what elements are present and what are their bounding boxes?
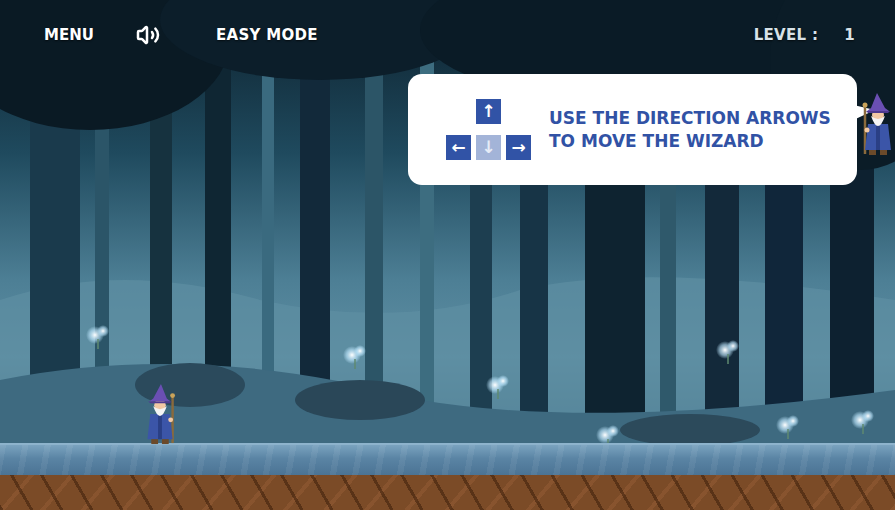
- top-bar: MENU EASY MODE LEVEL : 1: [0, 0, 895, 70]
- level-value: 1: [844, 26, 855, 44]
- arrow-key: ←: [446, 135, 471, 160]
- soil-layer: [0, 475, 895, 510]
- player-wizard-icon: [140, 383, 180, 445]
- arrow-keys: ↑←↓→: [446, 99, 531, 160]
- arrow-key: ↓: [476, 135, 501, 160]
- stone-layer: [0, 443, 895, 475]
- menu-button[interactable]: MENU: [44, 24, 136, 46]
- guide-wizard-icon: [858, 78, 895, 170]
- level-indicator: LEVEL : 1: [754, 26, 855, 44]
- arrow-key: ↑: [476, 99, 501, 124]
- hint-text: USE THE DIRECTION ARROWSTO MOVE THE WIZA…: [549, 107, 831, 153]
- game-stage: MENU EASY MODE LEVEL : 1 ↑←↓→ USE THE DIRECTI…: [0, 0, 895, 510]
- arrow-key: →: [506, 135, 531, 160]
- level-label: LEVEL :: [754, 26, 819, 44]
- ground: [0, 443, 895, 510]
- speaker-icon: [136, 23, 160, 47]
- mode-label[interactable]: EASY MODE: [216, 26, 318, 44]
- sound-button[interactable]: [136, 23, 216, 47]
- hint-bubble: ↑←↓→ USE THE DIRECTION ARROWSTO MOVE THE …: [408, 74, 857, 185]
